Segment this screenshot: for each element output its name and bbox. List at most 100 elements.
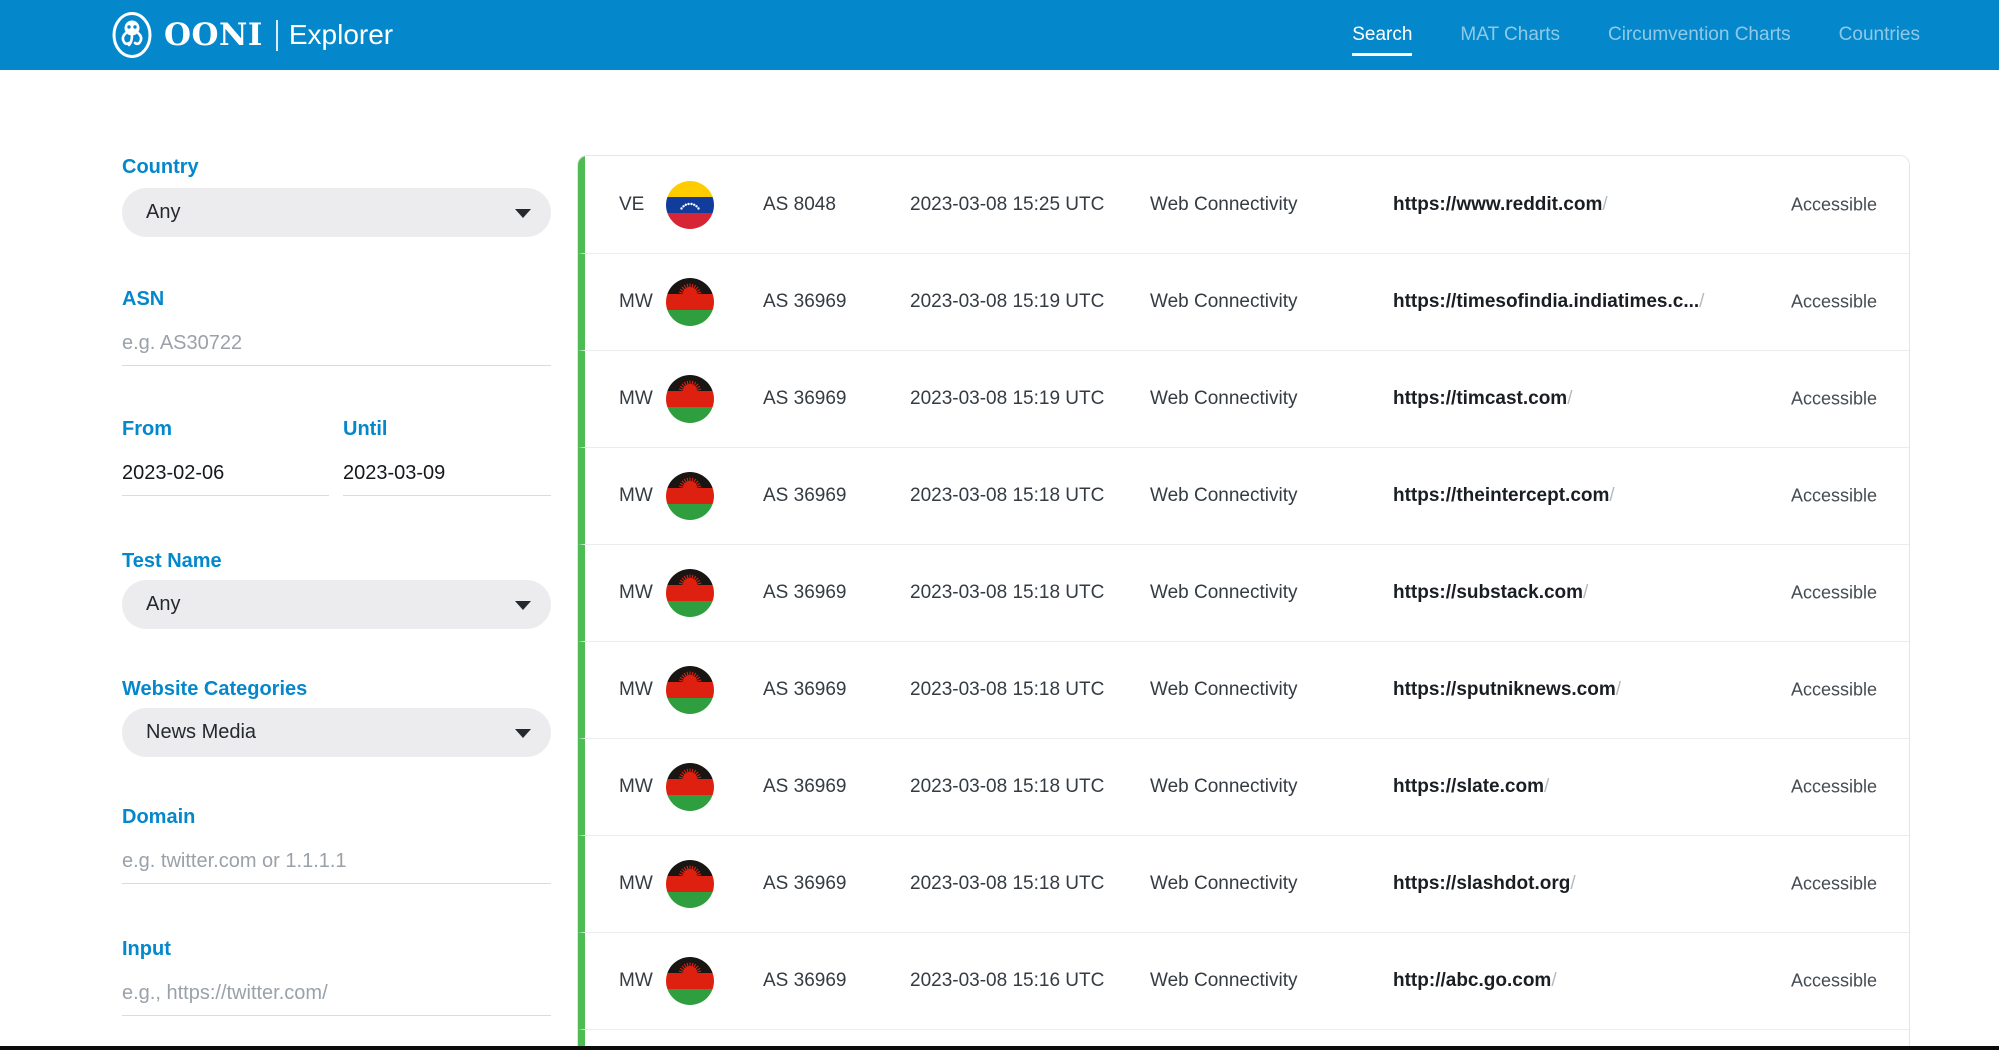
asn-value: AS 36969 bbox=[763, 388, 846, 410]
from-label: From bbox=[122, 418, 172, 440]
asn-value: AS 36969 bbox=[763, 970, 846, 992]
malawi-flag-icon bbox=[666, 763, 714, 811]
malawi-flag-icon bbox=[666, 666, 714, 714]
measurement-row[interactable]: MW AS 36969 2023-03-08 15:18 UTC Web Con… bbox=[578, 738, 1909, 835]
chevron-down-icon bbox=[515, 209, 531, 218]
asn-label: ASN bbox=[122, 288, 164, 310]
website-categories-select-value: News Media bbox=[146, 721, 256, 744]
test-name: Web Connectivity bbox=[1150, 291, 1298, 313]
status-label: Accessible bbox=[1791, 292, 1877, 313]
measurement-row[interactable]: MW AS 36969 2023-03-08 15:19 UTC Web Con… bbox=[578, 253, 1909, 350]
country-label: Country bbox=[122, 156, 199, 178]
status-label: Accessible bbox=[1791, 486, 1877, 507]
country-code: MW bbox=[619, 388, 653, 410]
measurement-date: 2023-03-08 15:19 UTC bbox=[910, 291, 1104, 313]
test-name-label: Test Name bbox=[122, 550, 222, 572]
measurement-url: https://theintercept.com/ bbox=[1393, 485, 1615, 507]
asn-value: AS 36969 bbox=[763, 679, 846, 701]
nav-item-countries[interactable]: Countries bbox=[1839, 16, 1920, 54]
measurement-row[interactable]: MW AS 36969 2023-03-08 15:19 UTC Web Con… bbox=[578, 350, 1909, 447]
asn-value: AS 36969 bbox=[763, 291, 846, 313]
malawi-flag-icon bbox=[666, 278, 714, 326]
from-date-input[interactable] bbox=[122, 452, 329, 496]
country-code: MW bbox=[619, 582, 653, 604]
malawi-flag-icon bbox=[666, 375, 714, 423]
nav-item-mat-charts[interactable]: MAT Charts bbox=[1460, 16, 1560, 54]
test-name-select[interactable]: Any bbox=[122, 580, 551, 629]
country-code: VE bbox=[619, 194, 644, 216]
measurement-row[interactable]: MW AS 36969 2023-03-08 15:18 UTC Web Con… bbox=[578, 641, 1909, 738]
country-code: MW bbox=[619, 970, 653, 992]
malawi-flag-icon bbox=[666, 472, 714, 520]
ooni-explorer-page: OONI Explorer Search MAT Charts Circumvent… bbox=[0, 0, 1999, 1050]
test-name: Web Connectivity bbox=[1150, 582, 1298, 604]
nav-item-search[interactable]: Search bbox=[1352, 16, 1412, 54]
measurement-url: https://slashdot.org/ bbox=[1393, 873, 1576, 895]
status-label: Accessible bbox=[1791, 971, 1877, 992]
measurement-row[interactable]: MW AS 36969 2023-03-08 15:18 UTC Web Con… bbox=[578, 835, 1909, 932]
main-nav: Search MAT Charts Circumvention Charts Coun… bbox=[1352, 16, 1920, 54]
measurement-date: 2023-03-08 15:18 UTC bbox=[910, 582, 1104, 604]
country-code: MW bbox=[619, 291, 653, 313]
measurement-row[interactable]: VE AS 8048 2023-03-08 15:25 UTC Web Conn… bbox=[578, 156, 1909, 253]
screen-bottom-edge bbox=[0, 1046, 1999, 1050]
chevron-down-icon bbox=[515, 601, 531, 610]
status-label: Accessible bbox=[1791, 680, 1877, 701]
status-label: Accessible bbox=[1791, 389, 1877, 410]
test-name: Web Connectivity bbox=[1150, 873, 1298, 895]
measurement-url: https://slate.com/ bbox=[1393, 776, 1549, 798]
nav-item-label: MAT Charts bbox=[1460, 24, 1560, 45]
asn-value: AS 36969 bbox=[763, 873, 846, 895]
website-categories-select[interactable]: News Media bbox=[122, 708, 551, 757]
asn-input[interactable] bbox=[122, 322, 551, 366]
measurement-row[interactable]: MW AS 36969 2023-03-08 15:18 UTC Web Con… bbox=[578, 447, 1909, 544]
asn-value: AS 8048 bbox=[763, 194, 836, 216]
nav-item-label: Countries bbox=[1839, 24, 1920, 45]
ooni-octopus-icon bbox=[112, 12, 152, 58]
nav-item-circumvention-charts[interactable]: Circumvention Charts bbox=[1608, 16, 1791, 54]
chevron-down-icon bbox=[515, 729, 531, 738]
country-code: MW bbox=[619, 485, 653, 507]
input-label: Input bbox=[122, 938, 171, 960]
asn-value: AS 36969 bbox=[763, 485, 846, 507]
measurement-date: 2023-03-08 15:18 UTC bbox=[910, 873, 1104, 895]
test-name: Web Connectivity bbox=[1150, 485, 1298, 507]
measurement-date: 2023-03-08 15:19 UTC bbox=[910, 388, 1104, 410]
test-name: Web Connectivity bbox=[1150, 970, 1298, 992]
filter-sidebar: Country Any ASN From Until Test Name Any… bbox=[122, 70, 551, 1050]
venezuela-flag-icon bbox=[666, 181, 714, 229]
measurement-date: 2023-03-08 15:18 UTC bbox=[910, 679, 1104, 701]
malawi-flag-icon bbox=[666, 957, 714, 1005]
country-code: MW bbox=[619, 679, 653, 701]
measurement-url: https://www.reddit.com/ bbox=[1393, 194, 1608, 216]
country-select[interactable]: Any bbox=[122, 188, 551, 237]
measurement-row[interactable]: MW AS 36969 2023-03-08 15:18 UTC Web Con… bbox=[578, 544, 1909, 641]
measurement-results-list: VE AS 8048 2023-03-08 15:25 UTC Web Conn… bbox=[577, 155, 1910, 1050]
input-url-input[interactable] bbox=[122, 972, 551, 1016]
status-label: Accessible bbox=[1791, 777, 1877, 798]
measurement-url: https://sputniknews.com/ bbox=[1393, 679, 1621, 701]
measurement-url: http://abc.go.com/ bbox=[1393, 970, 1557, 992]
measurement-date: 2023-03-08 15:25 UTC bbox=[910, 194, 1104, 216]
measurement-url: https://substack.com/ bbox=[1393, 582, 1588, 604]
nav-item-label: Search bbox=[1352, 24, 1412, 45]
domain-label: Domain bbox=[122, 806, 195, 828]
measurement-url: https://timcast.com/ bbox=[1393, 388, 1572, 410]
measurement-url: https://timesofindia.indiatimes.c.../ bbox=[1393, 291, 1704, 313]
measurement-row[interactable]: MW AS 36969 2023-03-08 15:16 UTC Web Con… bbox=[578, 932, 1909, 1029]
asn-value: AS 36969 bbox=[763, 582, 846, 604]
status-label: Accessible bbox=[1791, 194, 1877, 215]
country-code: MW bbox=[619, 873, 653, 895]
domain-input[interactable] bbox=[122, 840, 551, 884]
test-name: Web Connectivity bbox=[1150, 776, 1298, 798]
brand-logo[interactable]: OONI Explorer bbox=[112, 12, 393, 58]
until-date-input[interactable] bbox=[343, 452, 551, 496]
status-label: Accessible bbox=[1791, 583, 1877, 604]
brand-name: OONI bbox=[164, 17, 263, 53]
top-navigation-bar: OONI Explorer Search MAT Charts Circumvent… bbox=[0, 0, 1999, 70]
test-name: Web Connectivity bbox=[1150, 679, 1298, 701]
asn-value: AS 36969 bbox=[763, 776, 846, 798]
test-name: Web Connectivity bbox=[1150, 194, 1298, 216]
status-label: Accessible bbox=[1791, 874, 1877, 895]
test-name: Web Connectivity bbox=[1150, 388, 1298, 410]
